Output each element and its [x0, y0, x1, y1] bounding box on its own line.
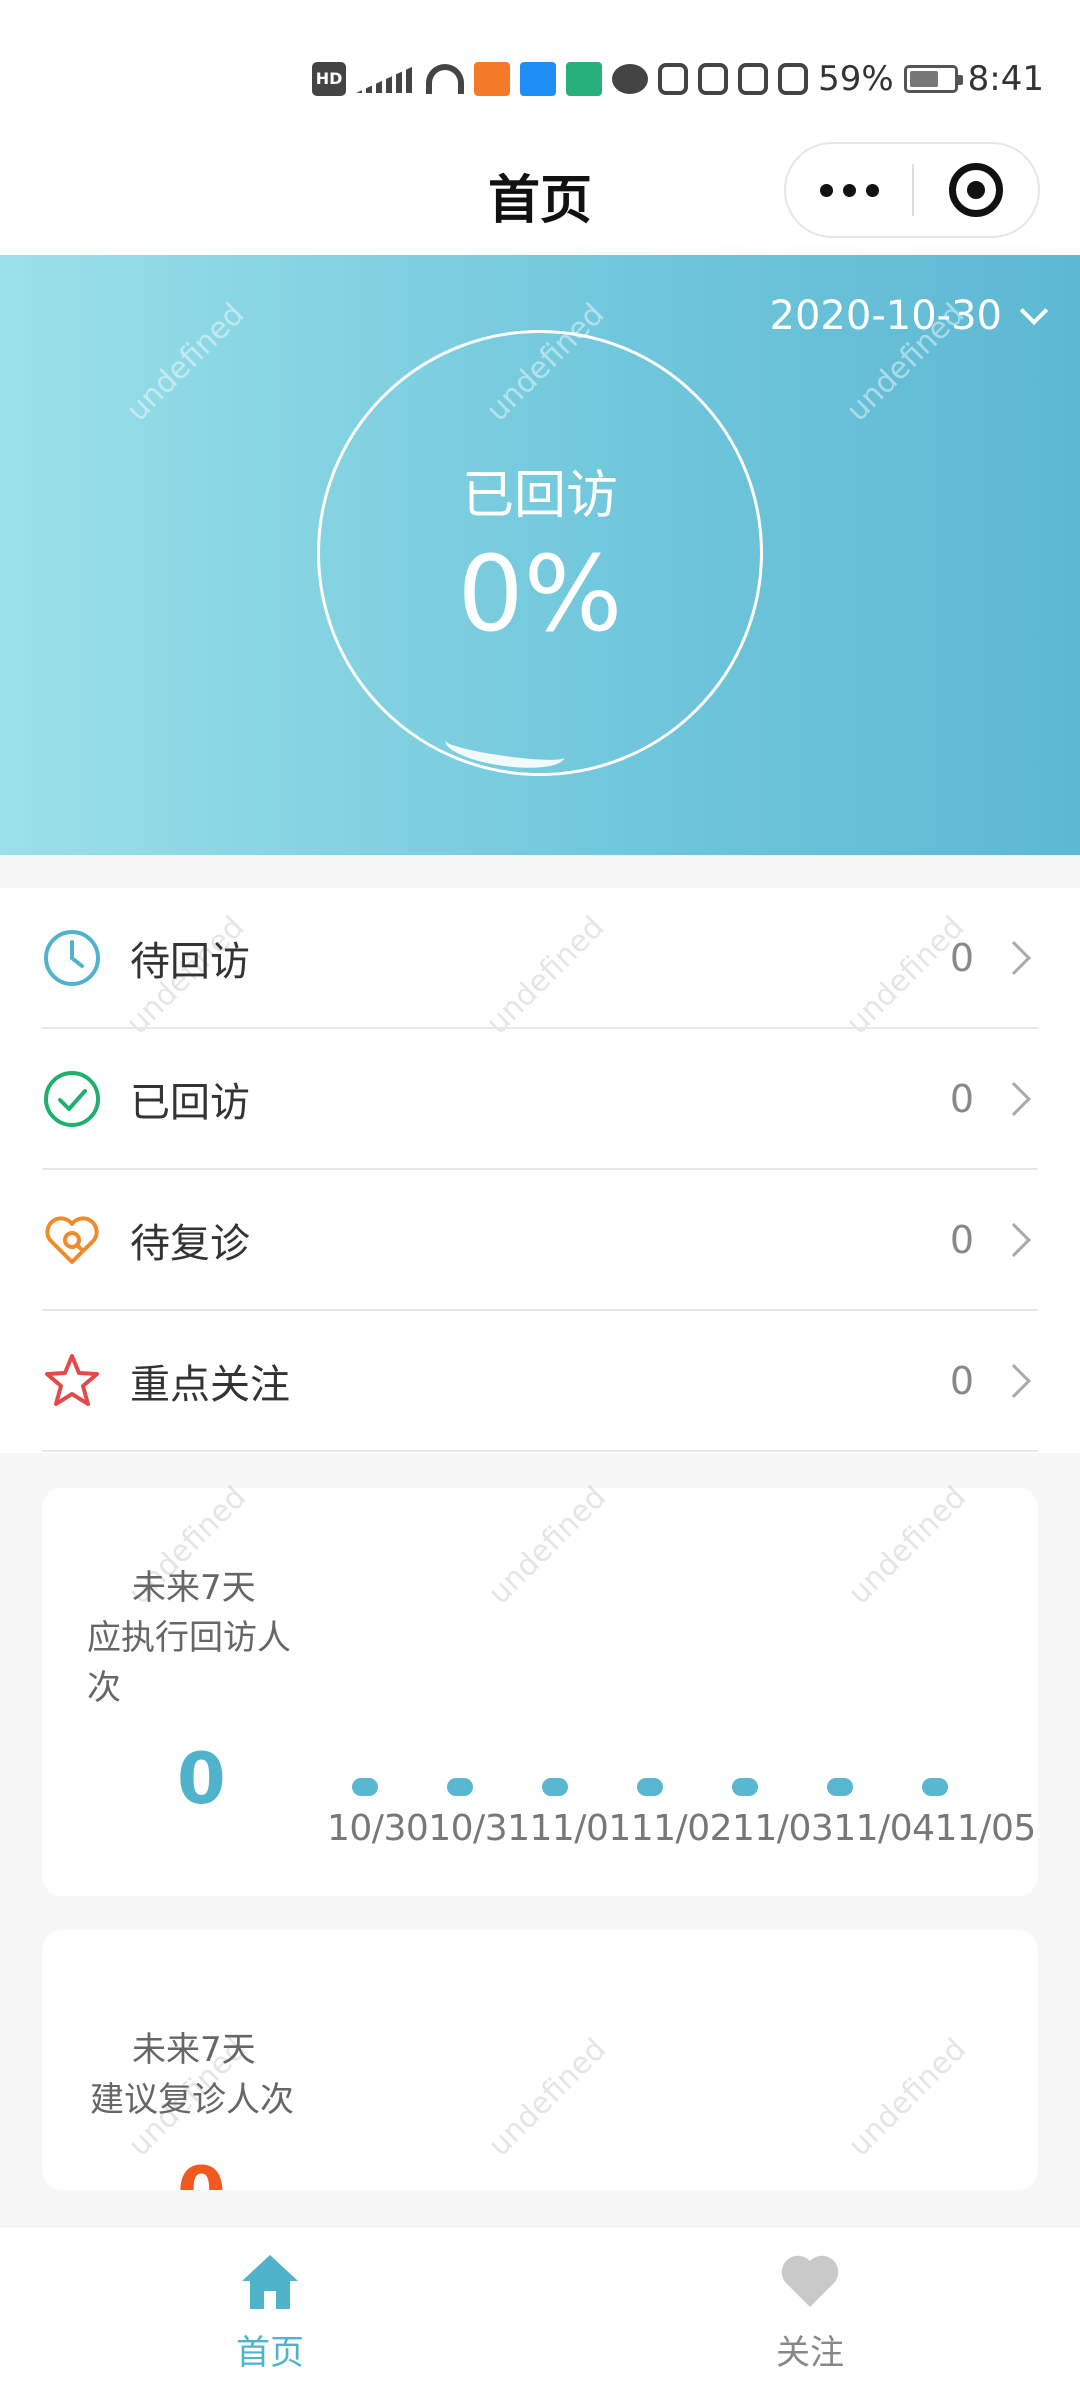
week-dots	[352, 1778, 1012, 1798]
day-dot	[352, 1778, 378, 1796]
menu-item-visited[interactable]: 已回访 0	[42, 1029, 1038, 1170]
nfc-icon	[698, 63, 729, 95]
menu-item-label: 待回访	[130, 938, 250, 985]
menu-item-count: 0	[949, 1358, 974, 1403]
card-value: 0	[177, 1738, 226, 1820]
menu-item-count: 0	[949, 935, 974, 980]
day-dot	[637, 1778, 663, 1796]
signal-icon	[356, 65, 417, 93]
chevron-right-icon	[997, 1363, 1031, 1398]
app-notification-icon	[520, 62, 557, 96]
menu-item-label: 待复诊	[130, 1220, 250, 1267]
menu-item-key-focus[interactable]: 重点关注 0	[42, 1311, 1038, 1452]
revisit-forecast-card: undefined undefined undefined 未来7天 建议复诊人…	[42, 1930, 1038, 2190]
battery-icon	[903, 65, 963, 93]
date-label: 10/31	[428, 1808, 530, 1849]
tab-label: 关注	[776, 2333, 844, 2373]
chevron-down-icon	[1019, 296, 1049, 326]
nav-header: 首页	[0, 130, 1080, 255]
bottom-tab-bar: 首页 关注	[0, 2226, 1080, 2400]
tab-follow[interactable]: 关注	[740, 2251, 880, 2374]
chevron-right-icon	[997, 940, 1031, 975]
day-dot	[922, 1778, 948, 1796]
target-circle-icon	[948, 163, 1003, 217]
summary-banner: undefined undefined undefined 2020-10-30…	[0, 255, 1080, 855]
status-menu: undefined undefined undefined 待回访 0 已回访 …	[0, 888, 1080, 1453]
status-icons: HD 59% 8:41	[312, 56, 1044, 102]
app-notification-icon	[474, 62, 511, 96]
card-title-line3: 次	[87, 1668, 121, 1708]
wifi-icon	[426, 64, 465, 94]
card-value: 0	[177, 2152, 226, 2190]
date-picker[interactable]: 2020-10-30	[769, 293, 1049, 339]
tab-label: 首页	[236, 2333, 304, 2373]
date-label: 10/30	[327, 1808, 429, 1849]
check-circle-icon	[42, 1069, 102, 1129]
card-title-line1: 未来7天	[132, 1568, 256, 1608]
clock-icon	[42, 928, 102, 988]
day-dot	[827, 1778, 853, 1796]
followup-forecast-card: undefined undefined undefined 未来7天 应执行回访…	[42, 1480, 1038, 1896]
card-title-line1: 未来7天	[132, 2030, 256, 2070]
date-label: 11/01	[529, 1808, 632, 1849]
home-icon	[238, 2255, 302, 2315]
progress-ring: 已回访 0%	[317, 330, 763, 776]
watermark: undefined	[841, 2031, 974, 2164]
heart-search-icon	[42, 1210, 102, 1270]
date-label: 11/04	[833, 1808, 935, 1849]
mini-program-capsule	[784, 142, 1040, 238]
day-dot	[732, 1778, 758, 1796]
menu-item-pending-visit[interactable]: 待回访 0	[42, 888, 1038, 1029]
vibrate-icon	[778, 63, 809, 95]
date-label: 11/05	[934, 1808, 1037, 1849]
capsule-close-button[interactable]	[914, 144, 1038, 236]
menu-item-pending-followup[interactable]: 待复诊 0	[42, 1170, 1038, 1311]
watermark: undefined	[481, 1479, 614, 1612]
watermark: undefined	[119, 296, 252, 429]
status-bar: HD 59% 8:41	[0, 0, 1080, 130]
alarm-icon	[738, 63, 769, 95]
tab-home[interactable]: 首页	[200, 2251, 340, 2374]
watermark: undefined	[841, 1479, 974, 1612]
date-label: 11/02	[630, 1808, 733, 1849]
clock-time: 8:41	[967, 59, 1044, 99]
boss-app-icon	[566, 62, 603, 96]
menu-item-count: 0	[949, 1076, 974, 1121]
card-title-line2: 应执行回访人	[87, 1618, 291, 1658]
week-date-labels: 10/3010/3111/0111/0211/0311/0411/05	[327, 1808, 1036, 1849]
card-title-line2: 建议复诊人次	[90, 2080, 294, 2120]
menu-item-count: 0	[949, 1217, 974, 1262]
date-label: 11/03	[732, 1808, 834, 1849]
day-dot	[542, 1778, 568, 1796]
chevron-right-icon	[997, 1081, 1031, 1116]
chevron-right-icon	[997, 1222, 1031, 1257]
menu-item-label: 重点关注	[130, 1361, 290, 1408]
more-dots-icon[interactable]	[786, 144, 912, 236]
notification-icon	[658, 63, 689, 95]
battery-percent: 59%	[818, 59, 894, 99]
day-dot	[447, 1778, 473, 1796]
heart-icon	[778, 2255, 842, 2315]
selected-date: 2020-10-30	[769, 293, 1002, 339]
ring-value: 0%	[457, 533, 623, 655]
hd-icon: HD	[312, 62, 347, 96]
star-icon	[42, 1351, 102, 1411]
chat-icon	[612, 64, 649, 94]
menu-item-label: 已回访	[130, 1079, 250, 1126]
ring-label: 已回访	[461, 466, 618, 526]
watermark: undefined	[481, 2031, 614, 2164]
